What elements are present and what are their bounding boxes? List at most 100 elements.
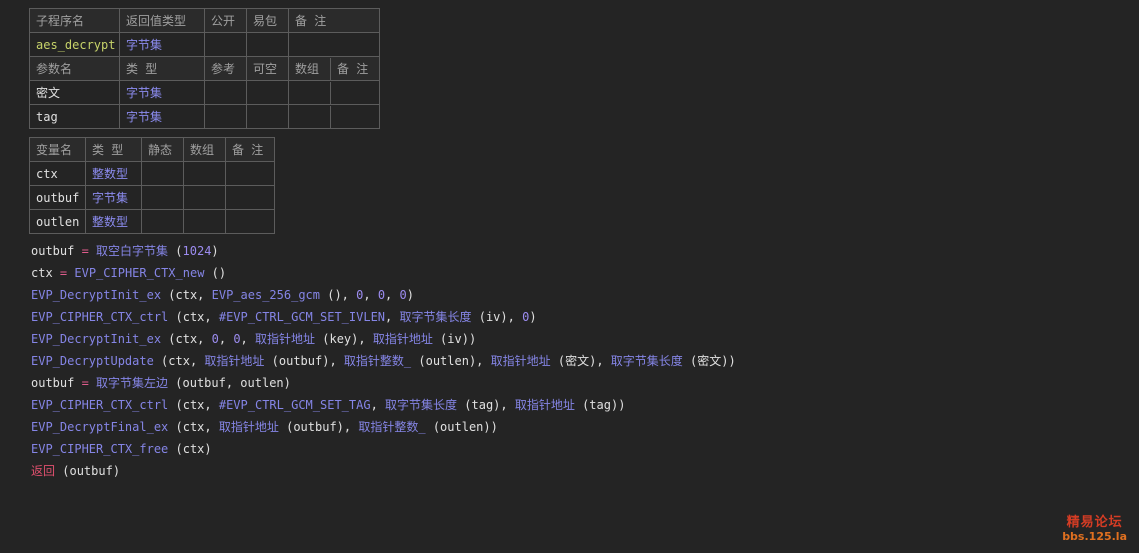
sub-header-cell: 易包 bbox=[246, 8, 289, 33]
code-line[interactable]: EVP_CIPHER_CTX_ctrl (ctx, #EVP_CTRL_GCM_… bbox=[31, 306, 736, 328]
code-token: 0 bbox=[211, 332, 219, 346]
code-line[interactable]: EVP_DecryptInit_ex (ctx, EVP_aes_256_gcm… bbox=[31, 284, 736, 306]
code-line[interactable]: EVP_CIPHER_CTX_free (ctx) bbox=[31, 438, 736, 460]
var-static-cell[interactable] bbox=[141, 185, 184, 210]
code-token: , bbox=[385, 288, 400, 302]
var-remark-cell[interactable] bbox=[225, 161, 275, 186]
code-body[interactable]: outbuf = 取空白字节集 (1024) ctx = EVP_CIPHER_C… bbox=[31, 240, 736, 482]
code-token: (tag), bbox=[457, 398, 515, 412]
code-token: (outbuf, outlen) bbox=[168, 376, 291, 390]
param-nullable-cell[interactable] bbox=[246, 80, 289, 105]
code-token: outbuf bbox=[31, 244, 82, 258]
easy-package-cell[interactable] bbox=[246, 32, 289, 57]
code-token: ) bbox=[406, 288, 414, 302]
code-token: (ctx, bbox=[168, 398, 219, 412]
var-type[interactable]: 整数型 bbox=[85, 161, 142, 186]
code-token: (outbuf), bbox=[264, 354, 344, 368]
code-token: 取字节集长度 bbox=[399, 310, 472, 324]
code-token: 取指针地址 bbox=[372, 332, 433, 346]
code-line[interactable]: EVP_DecryptInit_ex (ctx, 0, 0, 取指针地址 (ke… bbox=[31, 328, 736, 350]
code-line[interactable]: outbuf = 取空白字节集 (1024) bbox=[31, 240, 736, 262]
public-cell[interactable] bbox=[204, 32, 247, 57]
param-type[interactable]: 字节集 bbox=[119, 80, 205, 105]
var-type[interactable]: 整数型 bbox=[85, 209, 142, 234]
code-token: 取字节集左边 bbox=[96, 376, 169, 390]
code-token: , bbox=[240, 332, 255, 346]
param-name[interactable]: 密文 bbox=[29, 80, 120, 105]
code-token: 取指针地址 bbox=[204, 354, 265, 368]
var-header-cell: 备 注 bbox=[225, 137, 275, 162]
code-token: EVP_CIPHER_CTX_new bbox=[74, 266, 205, 280]
var-row: ctx 整数型 bbox=[29, 161, 275, 186]
code-token: ) bbox=[529, 310, 537, 324]
code-line[interactable]: 返回 (outbuf) bbox=[31, 460, 736, 482]
code-token: 取空白字节集 bbox=[96, 244, 169, 258]
code-token: , bbox=[385, 310, 400, 324]
subroutine-name[interactable]: aes_decrypt bbox=[29, 32, 120, 57]
code-token: outbuf bbox=[31, 376, 82, 390]
var-name[interactable]: outbuf bbox=[29, 185, 86, 210]
code-token: (outlen), bbox=[411, 354, 491, 368]
param-header-cell: 参数名 bbox=[29, 56, 120, 81]
param-ref-cell[interactable] bbox=[204, 104, 247, 129]
code-token: (outbuf), bbox=[278, 420, 359, 434]
code-token: #EVP_CTRL_GCM_SET_TAG bbox=[218, 398, 371, 412]
code-token: , bbox=[218, 332, 234, 346]
code-token: EVP_DecryptFinal_ex bbox=[31, 420, 169, 434]
code-token: 取字节集长度 bbox=[610, 354, 683, 368]
param-header-row: 参数名 类 型 参考 可空 数组 备 注 bbox=[29, 56, 380, 81]
var-header-row: 变量名 类 型 静态 数组 备 注 bbox=[29, 137, 275, 162]
code-line[interactable]: ctx = EVP_CIPHER_CTX_new () bbox=[31, 262, 736, 284]
code-token: = bbox=[81, 376, 89, 390]
watermark-url: bbs.125.la bbox=[1062, 530, 1127, 543]
code-line[interactable]: EVP_CIPHER_CTX_ctrl (ctx, #EVP_CTRL_GCM_… bbox=[31, 394, 736, 416]
param-ref-cell[interactable] bbox=[204, 80, 247, 105]
remark-cell[interactable] bbox=[288, 32, 380, 57]
code-token: 取指针地址 bbox=[514, 398, 575, 412]
code-token: EVP_DecryptUpdate bbox=[31, 354, 154, 368]
code-token: 取指针整数_ bbox=[358, 420, 426, 434]
param-nullable-cell[interactable] bbox=[246, 104, 289, 129]
param-array-cell[interactable] bbox=[290, 105, 331, 128]
param-type[interactable]: 字节集 bbox=[119, 104, 205, 129]
code-token: , bbox=[370, 398, 386, 412]
code-token: EVP_CIPHER_CTX_ctrl bbox=[31, 398, 169, 412]
code-token: 0 bbox=[377, 288, 386, 302]
code-token: (iv), bbox=[471, 310, 523, 324]
var-type[interactable]: 字节集 bbox=[85, 185, 142, 210]
var-remark-cell[interactable] bbox=[225, 185, 275, 210]
code-token: (outlen)) bbox=[425, 420, 498, 434]
var-name[interactable]: ctx bbox=[29, 161, 86, 186]
var-row: outlen 整数型 bbox=[29, 209, 275, 234]
code-token: EVP_DecryptInit_ex bbox=[31, 288, 162, 302]
code-token: (tag)) bbox=[574, 398, 626, 412]
code-line[interactable]: outbuf = 取字节集左边 (outbuf, outlen) bbox=[31, 372, 736, 394]
forum-watermark: 精易论坛 bbs.125.la bbox=[1062, 516, 1127, 544]
var-header-cell: 变量名 bbox=[29, 137, 86, 162]
code-token: ( bbox=[168, 244, 183, 258]
code-line[interactable]: EVP_DecryptFinal_ex (ctx, 取指针地址 (outbuf)… bbox=[31, 416, 736, 438]
code-token: (ctx, bbox=[161, 288, 212, 302]
code-token: 0 bbox=[233, 332, 241, 346]
param-split-cell bbox=[288, 80, 380, 105]
var-static-cell[interactable] bbox=[141, 161, 184, 186]
code-token: (ctx, bbox=[168, 310, 219, 324]
code-line[interactable]: EVP_DecryptUpdate (ctx, 取指针地址 (outbuf), … bbox=[31, 350, 736, 372]
watermark-title: 精易论坛 bbox=[1066, 515, 1123, 530]
var-array-cell[interactable] bbox=[183, 185, 226, 210]
param-array-cell[interactable] bbox=[290, 81, 331, 104]
var-array-cell[interactable] bbox=[183, 161, 226, 186]
var-name[interactable]: outlen bbox=[29, 209, 86, 234]
param-name[interactable]: tag bbox=[29, 104, 120, 129]
code-token: ctx bbox=[31, 266, 60, 280]
code-token: (ctx) bbox=[168, 442, 212, 456]
var-array-cell[interactable] bbox=[183, 209, 226, 234]
var-header-cell: 数组 bbox=[183, 137, 226, 162]
var-static-cell[interactable] bbox=[141, 209, 184, 234]
return-type[interactable]: 字节集 bbox=[119, 32, 205, 57]
code-token: (ctx, bbox=[168, 420, 219, 434]
var-remark-cell[interactable] bbox=[225, 209, 275, 234]
code-token: #EVP_CTRL_GCM_SET_IVLEN bbox=[218, 310, 386, 324]
code-token: (ctx, bbox=[153, 354, 205, 368]
